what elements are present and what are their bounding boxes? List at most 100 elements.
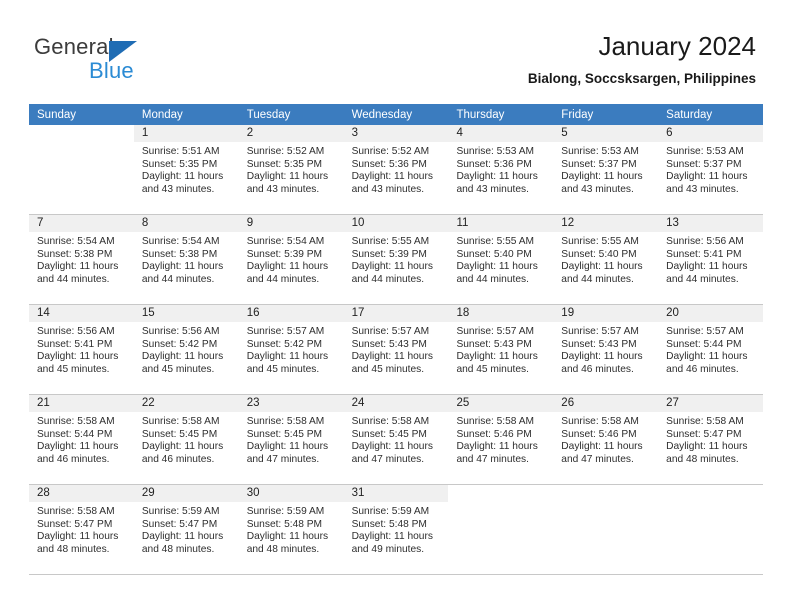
calendar-day-cell[interactable]: 11 Sunrise: 5:55 AM Sunset: 5:40 PM Dayligh… [448,215,554,304]
day-number: 19 [553,305,659,322]
calendar-day-cell[interactable]: 9 Sunrise: 5:54 AM Sunset: 5:39 PM Daylight… [238,215,344,304]
day-details: Sunrise: 5:59 AM Sunset: 5:47 PM Daylight:… [134,502,239,556]
sunset-text: Sunset: 5:44 PM [37,428,113,440]
daylight-text-line1: Daylight: 11 hours [246,171,329,183]
calendar-day-cell[interactable]: 23 Sunrise: 5:58 AM Sunset: 5:45 PM Dayligh… [238,395,344,484]
daylight-text-line1: Daylight: 11 hours [37,351,119,363]
sunset-text: Sunset: 5:47 PM [666,428,742,440]
day-number: 12 [553,215,659,232]
daylight-text-line2: and 44 minutes. [351,273,425,285]
day-number [553,485,659,502]
calendar-week-row: 1 Sunrise: 5:51 AM Sunset: 5:35 PM Daylight… [29,125,764,215]
calendar-week-row: 21 Sunrise: 5:58 AM Sunset: 5:44 PM Dayligh… [29,395,764,485]
day-details: Sunrise: 5:57 AM Sunset: 5:43 PM Daylight:… [448,322,553,376]
day-details: Sunrise: 5:56 AM Sunset: 5:42 PM Daylight:… [134,322,239,376]
weekday-header-sunday: Sunday [37,109,77,121]
daylight-text-line2: and 46 minutes. [141,453,215,465]
calendar-day-cell[interactable]: 6 Sunrise: 5:53 AM Sunset: 5:37 PM Daylight… [658,125,764,214]
sunrise-text: Sunrise: 5:55 AM [456,236,535,247]
sunrise-text: Sunrise: 5:54 AM [246,236,325,247]
daylight-text-line1: Daylight: 11 hours [456,261,538,273]
day-number: 15 [133,305,239,322]
calendar-day-cell[interactable]: 13 Sunrise: 5:56 AM Sunset: 5:41 PM Dayligh… [658,215,764,304]
day-details: Sunrise: 5:54 AM Sunset: 5:39 PM Daylight:… [239,232,344,286]
calendar-day-cell[interactable]: 28 Sunrise: 5:58 AM Sunset: 5:47 PM Dayligh… [29,485,134,574]
day-number: 9 [238,215,344,232]
sunrise-text: Sunrise: 5:58 AM [37,416,115,427]
logo-text-blue: Blue [89,58,134,83]
daylight-text-line2: and 44 minutes. [561,273,634,285]
weekday-header-wednesday: Wednesday [351,109,413,121]
sunrise-text: Sunrise: 5:55 AM [561,236,639,247]
calendar-day-cell[interactable]: 5 Sunrise: 5:53 AM Sunset: 5:37 PM Daylight… [553,125,659,214]
weekday-header-saturday: Saturday [666,109,713,121]
sunrise-text: Sunrise: 5:58 AM [351,416,430,427]
day-details: Sunrise: 5:53 AM Sunset: 5:36 PM Daylight:… [448,142,553,196]
daylight-text-line2: and 45 minutes. [37,363,110,375]
generalblue-logo[interactable]: General Blue [34,34,204,86]
day-details: Sunrise: 5:58 AM Sunset: 5:45 PM Daylight:… [344,412,449,466]
calendar-day-cell[interactable]: 22 Sunrise: 5:58 AM Sunset: 5:45 PM Dayligh… [133,395,239,484]
calendar-day-cell[interactable]: 4 Sunrise: 5:53 AM Sunset: 5:36 PM Daylight… [448,125,554,214]
calendar-day-cell[interactable]: 15 Sunrise: 5:56 AM Sunset: 5:42 PM Dayligh… [133,305,239,394]
daylight-text-line2: and 46 minutes. [666,363,739,375]
calendar-day-cell[interactable]: 2 Sunrise: 5:52 AM Sunset: 5:35 PM Daylight… [238,125,344,214]
sunrise-text: Sunrise: 5:56 AM [37,326,115,337]
sunrise-text: Sunrise: 5:57 AM [351,326,430,337]
calendar-day-cell[interactable]: 30 Sunrise: 5:59 AM Sunset: 5:48 PM Dayligh… [238,485,344,574]
day-details: Sunrise: 5:58 AM Sunset: 5:46 PM Daylight:… [448,412,553,466]
sunrise-text: Sunrise: 5:57 AM [561,326,639,337]
sunset-text: Sunset: 5:37 PM [561,158,637,170]
daylight-text-line2: and 43 minutes. [141,183,215,195]
daylight-text-line1: Daylight: 11 hours [246,531,329,543]
calendar-day-cell[interactable]: 1 Sunrise: 5:51 AM Sunset: 5:35 PM Daylight… [133,125,239,214]
day-number: 23 [238,395,344,412]
calendar-day-cell[interactable]: 29 Sunrise: 5:59 AM Sunset: 5:47 PM Dayligh… [133,485,239,574]
calendar-day-cell[interactable]: 31 Sunrise: 5:59 AM Sunset: 5:48 PM Dayligh… [343,485,449,574]
day-details: Sunrise: 5:59 AM Sunset: 5:48 PM Daylight:… [344,502,449,556]
calendar-day-cell[interactable]: 25 Sunrise: 5:58 AM Sunset: 5:46 PM Dayligh… [448,395,554,484]
sunset-text: Sunset: 5:43 PM [351,338,427,350]
daylight-text-line1: Daylight: 11 hours [456,441,538,453]
calendar-day-cell[interactable]: 10 Sunrise: 5:55 AM Sunset: 5:39 PM Dayligh… [343,215,449,304]
daylight-text-line2: and 47 minutes. [351,453,425,465]
sunrise-text: Sunrise: 5:58 AM [141,416,220,427]
daylight-text-line2: and 49 minutes. [351,543,425,555]
calendar-day-cell[interactable]: 19 Sunrise: 5:57 AM Sunset: 5:43 PM Dayligh… [553,305,659,394]
sunset-text: Sunset: 5:45 PM [141,428,218,440]
day-number: 31 [343,485,449,502]
day-details: Sunrise: 5:55 AM Sunset: 5:40 PM Daylight:… [553,232,658,286]
day-details: Sunrise: 5:58 AM Sunset: 5:45 PM Daylight:… [134,412,239,466]
sunset-text: Sunset: 5:37 PM [666,158,742,170]
daylight-text-line1: Daylight: 11 hours [666,441,748,453]
logo-text-general: General [34,34,114,59]
sunrise-text: Sunrise: 5:56 AM [666,236,744,247]
calendar-day-cell[interactable]: 17 Sunrise: 5:57 AM Sunset: 5:43 PM Dayligh… [343,305,449,394]
calendar-day-cell[interactable]: 24 Sunrise: 5:58 AM Sunset: 5:45 PM Dayligh… [343,395,449,484]
calendar-day-cell[interactable]: 8 Sunrise: 5:54 AM Sunset: 5:38 PM Daylight… [133,215,239,304]
daylight-text-line1: Daylight: 11 hours [37,441,119,453]
calendar-day-cell[interactable]: 20 Sunrise: 5:57 AM Sunset: 5:44 PM Dayligh… [658,305,764,394]
calendar-day-cell[interactable]: 26 Sunrise: 5:58 AM Sunset: 5:46 PM Dayligh… [553,395,659,484]
sunrise-text: Sunrise: 5:59 AM [141,506,220,517]
sunset-text: Sunset: 5:38 PM [37,248,113,260]
calendar-day-cell[interactable]: 27 Sunrise: 5:58 AM Sunset: 5:47 PM Dayligh… [658,395,764,484]
page-header: General Blue January 2024 Bialong, Soccs… [0,0,792,100]
calendar-day-cell[interactable]: 14 Sunrise: 5:56 AM Sunset: 5:41 PM Dayligh… [29,305,134,394]
day-details: Sunrise: 5:57 AM Sunset: 5:43 PM Daylight:… [344,322,449,376]
calendar-day-cell[interactable]: 16 Sunrise: 5:57 AM Sunset: 5:42 PM Dayligh… [238,305,344,394]
calendar-day-cell[interactable]: 7 Sunrise: 5:54 AM Sunset: 5:38 PM Daylight… [29,215,134,304]
calendar-day-cell[interactable]: 18 Sunrise: 5:57 AM Sunset: 5:43 PM Dayligh… [448,305,554,394]
daylight-text-line2: and 44 minutes. [456,273,529,285]
daylight-text-line2: and 45 minutes. [246,363,320,375]
day-details: Sunrise: 5:56 AM Sunset: 5:41 PM Daylight:… [29,322,134,376]
calendar-day-cell[interactable]: 21 Sunrise: 5:58 AM Sunset: 5:44 PM Dayligh… [29,395,134,484]
daylight-text-line1: Daylight: 11 hours [37,261,119,273]
day-number: 24 [343,395,449,412]
calendar-day-cell[interactable]: 3 Sunrise: 5:52 AM Sunset: 5:36 PM Daylight… [343,125,449,214]
sunset-text: Sunset: 5:45 PM [246,428,323,440]
sunset-text: Sunset: 5:40 PM [456,248,532,260]
sunrise-text: Sunrise: 5:59 AM [351,506,430,517]
day-number: 14 [29,305,134,322]
calendar-day-cell[interactable]: 12 Sunrise: 5:55 AM Sunset: 5:40 PM Dayligh… [553,215,659,304]
